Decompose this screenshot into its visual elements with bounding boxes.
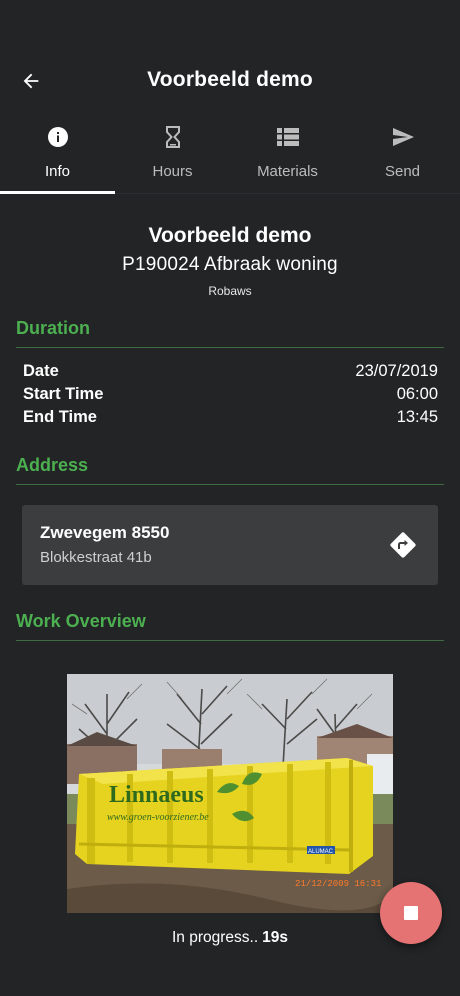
tab-hours[interactable]: Hours (115, 116, 230, 193)
tab-bar: Info Hours Materials Send (0, 116, 460, 194)
svg-text:Linnaeus: Linnaeus (109, 782, 204, 808)
stop-button[interactable] (380, 882, 442, 944)
tab-materials-label: Materials (257, 163, 318, 180)
end-time-value: 13:45 (396, 408, 438, 426)
work-photo[interactable]: Linnaeus www.groen-voorziener.be ALUMAC … (67, 674, 393, 914)
svg-text:ALUMAC: ALUMAC (308, 849, 334, 855)
back-button[interactable] (16, 66, 46, 96)
svg-text:www.groen-voorziener.be: www.groen-voorziener.be (107, 812, 209, 823)
info-content: Voorbeeld demo P190024 Afbraak woning Ro… (0, 194, 460, 641)
duration-list: Date 23/07/2019 Start Time 06:00 End Tim… (23, 360, 438, 429)
job-title: Voorbeeld demo (148, 224, 312, 247)
app-bar: Voorbeeld demo (0, 44, 460, 116)
address-street: Blokkestraat 41b (40, 549, 152, 566)
address-header: Address (16, 455, 444, 485)
address-card[interactable]: Zwevegem 8550 Blokkestraat 41b (22, 505, 438, 585)
tab-hours-label: Hours (152, 163, 193, 180)
tab-send-label: Send (384, 163, 421, 180)
tab-materials[interactable]: Materials (230, 116, 345, 193)
arrow-left-icon (23, 73, 39, 89)
start-time-row: Start Time 06:00 (23, 383, 438, 406)
date-label: Date (23, 362, 59, 380)
page-title: Voorbeeld demo (147, 68, 313, 91)
work-overview-header: Work Overview (16, 611, 444, 641)
progress-text: In progress.. (171, 929, 259, 946)
tab-send[interactable]: Send (345, 116, 460, 193)
job-subtitle: P190024 Afbraak woning (122, 254, 338, 275)
start-time-label: Start Time (23, 385, 104, 403)
date-row: Date 23/07/2019 (23, 360, 438, 383)
send-icon (392, 128, 414, 146)
tab-info[interactable]: Info (0, 116, 115, 194)
hourglass-icon (165, 126, 180, 148)
directions-icon[interactable] (388, 530, 418, 560)
end-time-label: End Time (23, 408, 97, 426)
stop-icon (404, 906, 418, 920)
svg-text:21/12/2009 16:31: 21/12/2009 16:31 (295, 879, 381, 889)
address-city: Zwevegem 8550 (40, 523, 170, 542)
start-time-value: 06:00 (396, 385, 438, 403)
job-company: Robaws (208, 284, 252, 298)
duration-header: Duration (16, 318, 444, 348)
list-icon (276, 128, 299, 146)
tab-info-label: Info (44, 163, 71, 180)
info-icon (47, 127, 68, 147)
end-time-row: End Time 13:45 (23, 406, 438, 429)
container-photo: Linnaeus www.groen-voorziener.be ALUMAC … (67, 674, 393, 914)
status-bar (0, 0, 460, 44)
date-value: 23/07/2019 (355, 362, 438, 380)
elapsed-time: 19s (262, 929, 289, 946)
